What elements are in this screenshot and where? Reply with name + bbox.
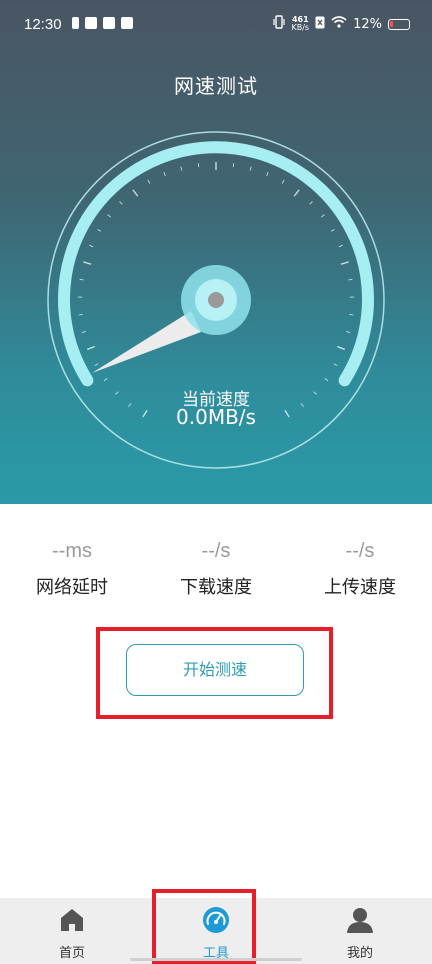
- gauge-tick: [94, 363, 99, 367]
- gauge-tick: [337, 345, 346, 351]
- gauge-tick: [330, 228, 335, 232]
- highlight-box-tools: [152, 889, 256, 964]
- gauge-tick: [97, 228, 102, 232]
- highlight-box-start: [96, 627, 333, 719]
- gauge-tick: [197, 163, 200, 168]
- nav-me[interactable]: 我的: [288, 898, 432, 964]
- gauge-tick: [81, 331, 86, 333]
- stats-row: --ms 网络延时 --/s 下载速度 --/s 上传速度: [0, 540, 432, 620]
- mail-icon: [85, 17, 97, 29]
- gauge-tick: [338, 244, 343, 248]
- app-icon: [103, 17, 115, 29]
- nav-me-label: 我的: [346, 946, 373, 961]
- gauge-tick: [86, 345, 95, 351]
- download-label: 下载速度: [180, 577, 252, 598]
- stat-download: --/s 下载速度: [144, 540, 288, 599]
- stat-latency: --ms 网络延时: [0, 540, 144, 599]
- wifi-icon: [331, 16, 347, 32]
- battery-icon: [388, 18, 410, 30]
- gauge-tick: [163, 172, 166, 177]
- gauge-tick: [249, 166, 252, 171]
- nav-home-label: 首页: [58, 946, 85, 961]
- page-title: 网速测试: [174, 74, 258, 98]
- gauge-tick: [281, 179, 285, 184]
- gauge-tick: [340, 261, 349, 265]
- gauge-tick: [83, 261, 92, 265]
- gauge-tick: [346, 331, 351, 333]
- user-icon: [347, 908, 373, 933]
- gauge-tick: [180, 166, 183, 171]
- no-sim-icon: [315, 16, 325, 33]
- gauge-tick: [119, 201, 123, 205]
- nav-home[interactable]: 首页: [0, 898, 144, 964]
- download-value: --/s: [201, 540, 231, 562]
- gauge-tick: [103, 378, 108, 382]
- gauge-tick: [132, 189, 139, 197]
- upload-label: 上传速度: [324, 577, 396, 598]
- status-time: 12:30: [24, 16, 62, 33]
- status-right: 461 KB/s 12%: [273, 15, 410, 33]
- gauge-tick: [321, 214, 325, 218]
- upload-value: --/s: [345, 540, 375, 562]
- gauge-tick: [89, 244, 94, 248]
- gauge-tick: [333, 363, 338, 367]
- home-icon: [61, 909, 83, 931]
- gauge-tick: [348, 278, 353, 281]
- sim-icon: [72, 17, 79, 29]
- vibrate-icon: [273, 15, 286, 33]
- gauge-arc: [58, 141, 374, 387]
- notification-icons: [72, 17, 133, 29]
- gauge-tick: [107, 214, 111, 218]
- gauge-tick: [309, 201, 313, 205]
- gauge-tick: [79, 278, 84, 281]
- gauge-tick: [324, 378, 329, 382]
- latency-label: 网络延时: [36, 577, 108, 598]
- current-speed-value: 0.0MB/s: [176, 405, 256, 429]
- stat-upload: --/s 上传速度: [288, 540, 432, 599]
- home-indicator: [130, 958, 302, 961]
- speedtest-header-panel: 12:30 461 KB/s 12% 网速测试 当前速度 0.0MB/s: [0, 0, 432, 504]
- battery-percent: 12%: [353, 16, 382, 32]
- gauge-hub-center: [208, 292, 224, 308]
- network-speed: 461 KB/s: [291, 15, 310, 32]
- gauge-tick: [266, 172, 269, 177]
- latency-value: --ms: [52, 540, 92, 562]
- gauge-tick: [147, 179, 151, 184]
- gauge-needle: [92, 311, 201, 373]
- gauge-tick: [232, 163, 235, 168]
- gauge-tick: [293, 189, 300, 197]
- status-bar: 12:30 461 KB/s 12%: [0, 0, 432, 52]
- store-icon: [121, 17, 133, 29]
